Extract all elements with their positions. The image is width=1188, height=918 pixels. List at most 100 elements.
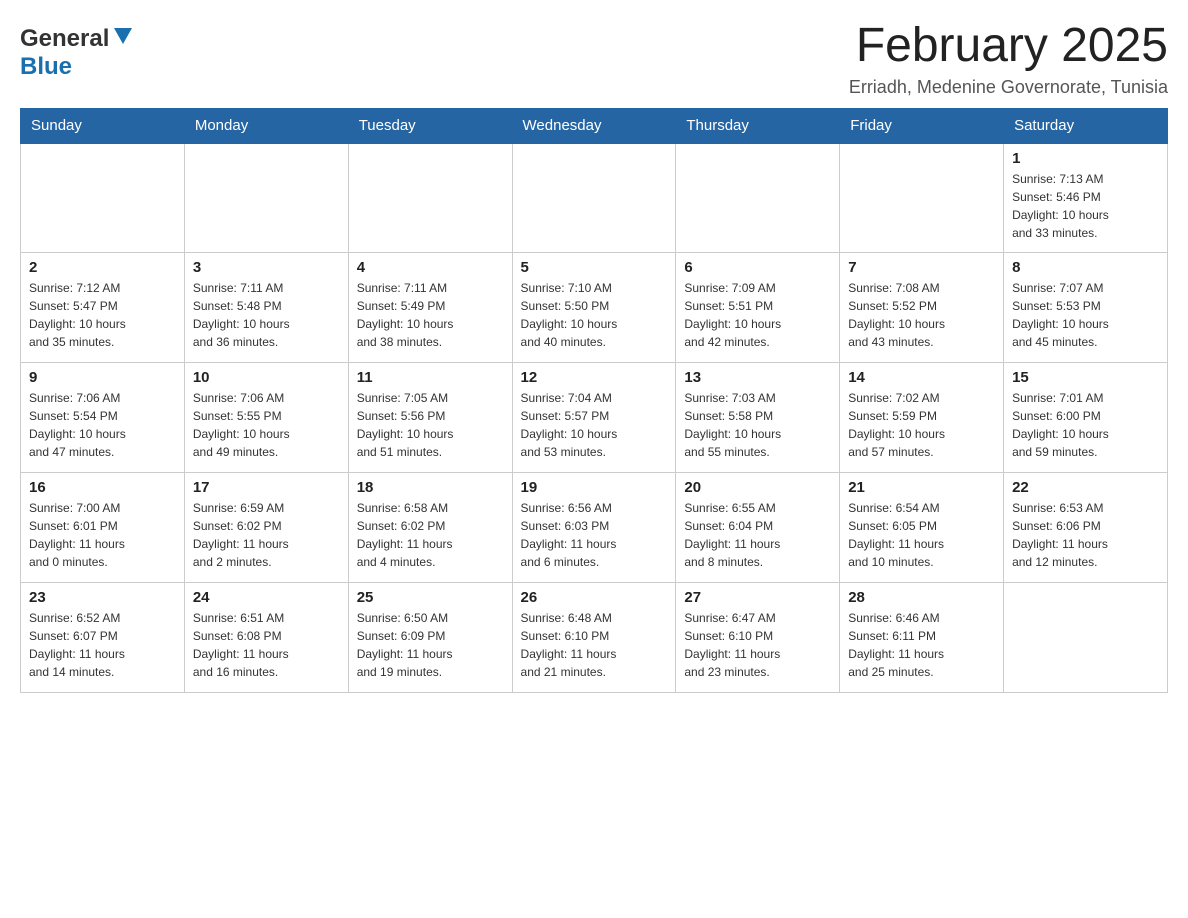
day-info: Sunrise: 7:01 AM Sunset: 6:00 PM Dayligh… (1012, 389, 1159, 461)
calendar-cell (840, 143, 1004, 253)
day-number: 5 (521, 259, 668, 276)
calendar-cell: 3 Sunrise: 7:11 AM Sunset: 5:48 PM Daylig… (184, 253, 348, 363)
calendar-cell: 9 Sunrise: 7:06 AM Sunset: 5:54 PM Daylig… (21, 363, 185, 473)
day-info: Sunrise: 7:03 AM Sunset: 5:58 PM Dayligh… (684, 389, 831, 461)
day-info: Sunrise: 6:55 AM Sunset: 6:04 PM Dayligh… (684, 499, 831, 571)
calendar-cell: 25 Sunrise: 6:50 AM Sunset: 6:09 PM Dayli… (348, 583, 512, 693)
day-number: 11 (357, 369, 504, 386)
day-info: Sunrise: 6:52 AM Sunset: 6:07 PM Dayligh… (29, 609, 176, 681)
calendar-cell: 24 Sunrise: 6:51 AM Sunset: 6:08 PM Dayli… (184, 583, 348, 693)
day-info: Sunrise: 6:54 AM Sunset: 6:05 PM Dayligh… (848, 499, 995, 571)
calendar-cell: 5 Sunrise: 7:10 AM Sunset: 5:50 PM Daylig… (512, 253, 676, 363)
calendar-cell: 28Sunrise: 6:46 AM Sunset: 6:11 PM Dayli… (840, 583, 1004, 693)
weekday-header-thursday: Thursday (676, 108, 840, 143)
day-info: Sunrise: 7:11 AM Sunset: 5:48 PM Dayligh… (193, 279, 340, 351)
day-number: 26 (521, 589, 668, 606)
day-number: 12 (521, 369, 668, 386)
day-number: 28 (848, 589, 995, 606)
calendar-cell: 10 Sunrise: 7:06 AM Sunset: 5:55 PM Dayli… (184, 363, 348, 473)
calendar-cell (676, 143, 840, 253)
day-number: 24 (193, 589, 340, 606)
day-number: 27 (684, 589, 831, 606)
weekday-header-monday: Monday (184, 108, 348, 143)
day-number: 22 (1012, 479, 1159, 496)
day-info: Sunrise: 7:09 AM Sunset: 5:51 PM Dayligh… (684, 279, 831, 351)
day-info: Sunrise: 7:11 AM Sunset: 5:49 PM Dayligh… (357, 279, 504, 351)
day-info: Sunrise: 6:59 AM Sunset: 6:02 PM Dayligh… (193, 499, 340, 571)
day-info: Sunrise: 6:48 AM Sunset: 6:10 PM Dayligh… (521, 609, 668, 681)
calendar-cell: 26 Sunrise: 6:48 AM Sunset: 6:10 PM Dayli… (512, 583, 676, 693)
week-row-2: 9 Sunrise: 7:06 AM Sunset: 5:54 PM Daylig… (21, 363, 1168, 473)
day-info: Sunrise: 7:07 AM Sunset: 5:53 PM Dayligh… (1012, 279, 1159, 351)
calendar-cell (512, 143, 676, 253)
logo-arrow-icon (112, 24, 134, 51)
day-info: Sunrise: 7:06 AM Sunset: 5:55 PM Dayligh… (193, 389, 340, 461)
day-info: Sunrise: 7:02 AM Sunset: 5:59 PM Dayligh… (848, 389, 995, 461)
weekday-header-wednesday: Wednesday (512, 108, 676, 143)
calendar-subtitle: Erriadh, Medenine Governorate, Tunisia (849, 77, 1168, 98)
day-number: 6 (684, 259, 831, 276)
calendar-cell: 19 Sunrise: 6:56 AM Sunset: 6:03 PM Dayli… (512, 473, 676, 583)
day-info: Sunrise: 7:05 AM Sunset: 5:56 PM Dayligh… (357, 389, 504, 461)
week-row-0: 1 Sunrise: 7:13 AM Sunset: 5:46 PM Daylig… (21, 143, 1168, 253)
calendar-cell: 27 Sunrise: 6:47 AM Sunset: 6:10 PM Dayli… (676, 583, 840, 693)
logo: General Blue (20, 20, 134, 81)
week-row-3: 16Sunrise: 7:00 AM Sunset: 6:01 PM Dayli… (21, 473, 1168, 583)
calendar-cell: 6 Sunrise: 7:09 AM Sunset: 5:51 PM Daylig… (676, 253, 840, 363)
calendar-cell: 18 Sunrise: 6:58 AM Sunset: 6:02 PM Dayli… (348, 473, 512, 583)
day-info: Sunrise: 6:53 AM Sunset: 6:06 PM Dayligh… (1012, 499, 1159, 571)
day-info: Sunrise: 7:13 AM Sunset: 5:46 PM Dayligh… (1012, 170, 1159, 242)
day-info: Sunrise: 7:08 AM Sunset: 5:52 PM Dayligh… (848, 279, 995, 351)
calendar-cell: 4 Sunrise: 7:11 AM Sunset: 5:49 PM Daylig… (348, 253, 512, 363)
calendar-cell (184, 143, 348, 253)
day-info: Sunrise: 7:06 AM Sunset: 5:54 PM Dayligh… (29, 389, 176, 461)
day-number: 19 (521, 479, 668, 496)
day-number: 3 (193, 259, 340, 276)
day-info: Sunrise: 6:56 AM Sunset: 6:03 PM Dayligh… (521, 499, 668, 571)
calendar-cell: 12Sunrise: 7:04 AM Sunset: 5:57 PM Dayli… (512, 363, 676, 473)
day-number: 8 (1012, 259, 1159, 276)
day-number: 25 (357, 589, 504, 606)
day-number: 2 (29, 259, 176, 276)
weekday-header-sunday: Sunday (21, 108, 185, 143)
day-number: 7 (848, 259, 995, 276)
logo-general-text: General (20, 25, 109, 53)
day-number: 10 (193, 369, 340, 386)
calendar-cell: 14 Sunrise: 7:02 AM Sunset: 5:59 PM Dayli… (840, 363, 1004, 473)
day-number: 15 (1012, 369, 1159, 386)
calendar-cell: 7 Sunrise: 7:08 AM Sunset: 5:52 PM Daylig… (840, 253, 1004, 363)
day-number: 16 (29, 479, 176, 496)
week-row-1: 2Sunrise: 7:12 AM Sunset: 5:47 PM Daylig… (21, 253, 1168, 363)
day-info: Sunrise: 7:10 AM Sunset: 5:50 PM Dayligh… (521, 279, 668, 351)
day-info: Sunrise: 6:51 AM Sunset: 6:08 PM Dayligh… (193, 609, 340, 681)
day-info: Sunrise: 6:58 AM Sunset: 6:02 PM Dayligh… (357, 499, 504, 571)
day-number: 21 (848, 479, 995, 496)
calendar-cell: 17 Sunrise: 6:59 AM Sunset: 6:02 PM Dayli… (184, 473, 348, 583)
calendar-table: SundayMondayTuesdayWednesdayThursdayFrid… (20, 108, 1168, 694)
calendar-cell: 1 Sunrise: 7:13 AM Sunset: 5:46 PM Daylig… (1004, 143, 1168, 253)
day-info: Sunrise: 6:47 AM Sunset: 6:10 PM Dayligh… (684, 609, 831, 681)
day-number: 14 (848, 369, 995, 386)
day-number: 4 (357, 259, 504, 276)
day-number: 18 (357, 479, 504, 496)
calendar-cell: 15 Sunrise: 7:01 AM Sunset: 6:00 PM Dayli… (1004, 363, 1168, 473)
calendar-cell: 8 Sunrise: 7:07 AM Sunset: 5:53 PM Daylig… (1004, 253, 1168, 363)
day-number: 23 (29, 589, 176, 606)
calendar-cell (348, 143, 512, 253)
logo-blue-text: Blue (20, 53, 72, 80)
day-number: 17 (193, 479, 340, 496)
header: General Blue February 2025 Erriadh, Mede… (20, 20, 1168, 98)
weekday-header-tuesday: Tuesday (348, 108, 512, 143)
week-row-4: 23 Sunrise: 6:52 AM Sunset: 6:07 PM Dayli… (21, 583, 1168, 693)
calendar-cell: 11 Sunrise: 7:05 AM Sunset: 5:56 PM Dayli… (348, 363, 512, 473)
day-number: 1 (1012, 150, 1159, 167)
day-info: Sunrise: 6:50 AM Sunset: 6:09 PM Dayligh… (357, 609, 504, 681)
calendar-cell: 22 Sunrise: 6:53 AM Sunset: 6:06 PM Dayli… (1004, 473, 1168, 583)
day-number: 13 (684, 369, 831, 386)
calendar-cell: 16Sunrise: 7:00 AM Sunset: 6:01 PM Dayli… (21, 473, 185, 583)
weekday-header-friday: Friday (840, 108, 1004, 143)
day-number: 9 (29, 369, 176, 386)
weekday-header-row: SundayMondayTuesdayWednesdayThursdayFrid… (21, 108, 1168, 143)
weekday-header-saturday: Saturday (1004, 108, 1168, 143)
calendar-title: February 2025 (849, 20, 1168, 73)
